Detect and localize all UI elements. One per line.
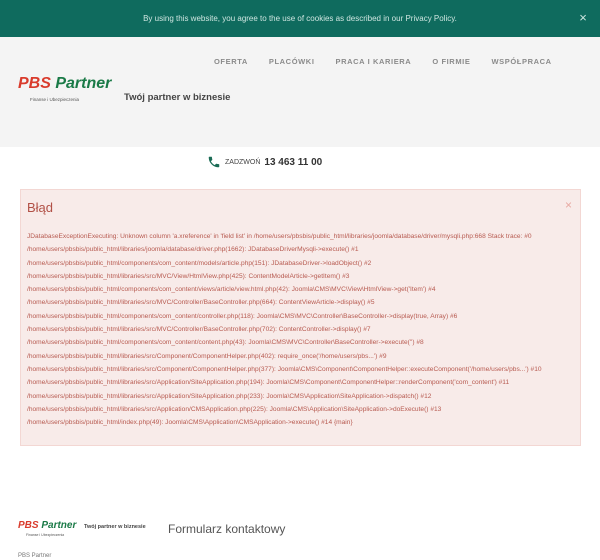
footer-logo-pbs: PBS xyxy=(18,520,39,531)
nav-item-placowki[interactable]: PLACÓWKI xyxy=(269,57,315,66)
phone-contact[interactable]: ZADZWOŃ 13 463 11 00 xyxy=(207,155,322,169)
footer-logo-partner: Partner xyxy=(41,520,77,531)
site-logo[interactable]: PBS Partner Finanse i Ubezpieczenia xyxy=(18,75,118,109)
footer-logo[interactable]: PBS Partner Finanse i Ubezpieczenia Twój… xyxy=(18,520,146,544)
cookie-bar: By using this website, you agree to the … xyxy=(0,0,600,37)
cookie-text: By using this website, you agree to the … xyxy=(143,14,457,23)
contact-form-title: Formularz kontaktowy xyxy=(168,522,286,536)
close-icon[interactable]: × xyxy=(565,198,572,212)
main-nav: OFERTA PLACÓWKI PRACA I KARIERA O FIRMIE… xyxy=(214,57,600,66)
site-header: OFERTA PLACÓWKI PRACA I KARIERA O FIRMIE… xyxy=(0,37,600,168)
error-title: Błąd xyxy=(27,200,54,215)
company-name: PBS Partner xyxy=(18,553,52,559)
close-icon[interactable]: × xyxy=(576,11,590,25)
logo-pbs: PBS xyxy=(18,75,51,92)
error-message: JDatabaseExceptionExecuting: Unknown col… xyxy=(27,233,542,427)
footer-tagline: Twój partner w biznesie xyxy=(84,524,146,530)
phone-number: 13 463 11 00 xyxy=(264,156,323,168)
nav-item-oferta[interactable]: OFERTA xyxy=(214,57,248,66)
error-alert: Błąd × JDatabaseExceptionExecuting: Unkn… xyxy=(20,189,581,446)
brand-tagline: Twój partner w biznesie xyxy=(124,92,231,103)
logo-partner: Partner xyxy=(55,75,112,92)
phone-icon xyxy=(208,156,220,168)
nav-item-praca-i-kariera[interactable]: PRACA I KARIERA xyxy=(336,57,412,66)
phone-label: ZADZWOŃ xyxy=(225,158,261,166)
nav-item-o-firmie[interactable]: O FIRMIE xyxy=(432,57,470,66)
footer-logo-subtitle: Finanse i Ubezpieczenia xyxy=(26,533,65,537)
logo-subtitle: Finanse i Ubezpieczenia xyxy=(30,97,80,102)
nav-item-wspolpraca[interactable]: WSPÓŁPRACA xyxy=(491,57,551,66)
